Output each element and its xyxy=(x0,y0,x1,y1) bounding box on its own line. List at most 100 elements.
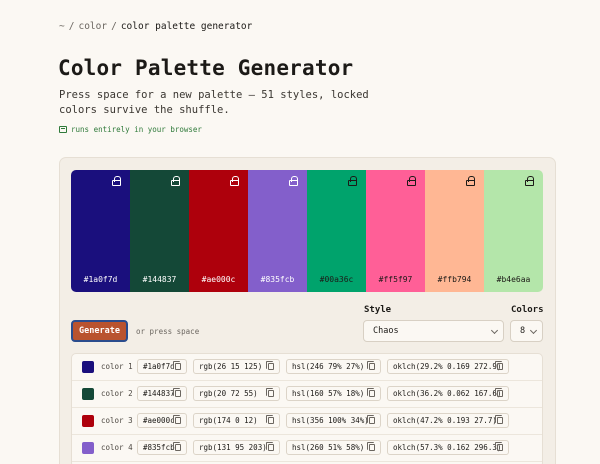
breadcrumb-color[interactable]: color xyxy=(78,21,107,32)
color-chip xyxy=(82,442,94,454)
copy-hsl-button[interactable]: hsl(246 79% 27%) xyxy=(286,359,381,374)
style-select[interactable]: Chaos xyxy=(363,320,504,342)
hsl-value: hsl(246 79% 27%) xyxy=(292,362,365,371)
swatch[interactable]: #00a36c xyxy=(307,170,366,292)
copy-icon xyxy=(173,415,181,424)
swatch-hex: #144837 xyxy=(142,275,177,284)
copy-icon xyxy=(367,361,375,370)
swatch[interactable]: #b4e6aa xyxy=(484,170,543,292)
copy-hex-button[interactable]: #835fcb xyxy=(137,440,187,455)
breadcrumb-separator: / xyxy=(68,21,75,32)
oklch-value: oklch(36.2% 0.062 167.6) xyxy=(393,389,502,398)
copy-oklch-button[interactable]: oklch(29.2% 0.169 272.9) xyxy=(387,359,509,374)
copy-icon xyxy=(367,415,375,424)
copy-oklch-button[interactable]: oklch(47.2% 0.193 27.7) xyxy=(387,413,509,428)
hex-value: #ae000c xyxy=(143,416,175,425)
color-chip xyxy=(82,415,94,427)
copy-icon xyxy=(266,361,274,370)
copy-icon xyxy=(367,388,375,397)
browser-window-icon xyxy=(59,126,67,133)
style-select-value: Chaos xyxy=(373,326,399,336)
page-title: Color Palette Generator xyxy=(58,56,354,80)
swatch-hex: #ae000c xyxy=(201,275,236,284)
rgb-value: rgb(131 95 203) xyxy=(199,443,267,452)
table-row: color 4 #835fcb rgb(131 95 203) hsl(260 51%… xyxy=(72,435,542,462)
breadcrumb: ~ / color / color palette generator xyxy=(59,21,252,32)
color-name: color 1 xyxy=(101,362,133,371)
lock-icon[interactable] xyxy=(230,176,239,186)
swatch-hex: #ff5f97 xyxy=(378,275,413,284)
chevron-down-icon xyxy=(490,326,499,335)
swatch[interactable]: #ff5f97 xyxy=(366,170,425,292)
copy-hsl-button[interactable]: hsl(160 57% 18%) xyxy=(286,386,381,401)
copy-icon xyxy=(495,415,503,424)
table-row: color 1 #1a0f7d rgb(26 15 125) hsl(246 79% … xyxy=(72,354,542,381)
copy-rgb-button[interactable]: rgb(26 15 125) xyxy=(193,359,280,374)
swatch[interactable]: #ae000c xyxy=(189,170,248,292)
lock-icon[interactable] xyxy=(525,176,534,186)
browser-badge: runs entirely in your browser xyxy=(59,125,202,134)
oklch-value: oklch(47.2% 0.193 27.7) xyxy=(393,416,497,425)
hex-value: #144837 xyxy=(143,389,175,398)
rgb-value: rgb(26 15 125) xyxy=(199,362,263,371)
copy-icon xyxy=(367,442,375,451)
swatch[interactable]: #835fcb xyxy=(248,170,307,292)
lock-icon[interactable] xyxy=(171,176,180,186)
swatch-hex: #b4e6aa xyxy=(496,275,531,284)
copy-oklch-button[interactable]: oklch(57.3% 0.162 296.3) xyxy=(387,440,509,455)
swatch[interactable]: #144837 xyxy=(130,170,189,292)
colors-label: Colors xyxy=(511,305,544,315)
color-chip xyxy=(82,388,94,400)
swatch-hex: #00a36c xyxy=(319,275,354,284)
color-name: color 3 xyxy=(101,416,133,425)
color-name: color 4 xyxy=(101,443,133,452)
copy-icon xyxy=(495,388,503,397)
swatch[interactable]: #1a0f7d xyxy=(71,170,130,292)
swatch-hex: #ffb794 xyxy=(437,275,472,284)
breadcrumb-current: color palette generator xyxy=(120,21,253,32)
copy-icon xyxy=(266,388,274,397)
copy-icon xyxy=(495,442,503,451)
copy-rgb-button[interactable]: rgb(20 72 55) xyxy=(193,386,280,401)
colors-count-select[interactable]: 8 xyxy=(510,320,543,342)
color-chip xyxy=(82,361,94,373)
colors-table: color 1 #1a0f7d rgb(26 15 125) hsl(246 79% … xyxy=(71,353,543,464)
oklch-value: oklch(29.2% 0.169 272.9) xyxy=(393,362,502,371)
copy-hex-button[interactable]: #144837 xyxy=(137,386,187,401)
copy-icon xyxy=(266,442,274,451)
table-row: color 3 #ae000c rgb(174 0 12) hsl(356 100% … xyxy=(72,408,542,435)
copy-icon xyxy=(173,388,181,397)
lock-icon[interactable] xyxy=(466,176,475,186)
swatch-hex: #1a0f7d xyxy=(83,275,118,284)
color-name: color 2 xyxy=(101,389,133,398)
lock-icon[interactable] xyxy=(112,176,121,186)
copy-rgb-button[interactable]: rgb(174 0 12) xyxy=(193,413,280,428)
rgb-value: rgb(20 72 55) xyxy=(199,389,258,398)
copy-hex-button[interactable]: #1a0f7d xyxy=(137,359,187,374)
hex-value: #835fcb xyxy=(143,443,175,452)
generate-button[interactable]: Generate xyxy=(71,320,128,342)
copy-hex-button[interactable]: #ae000c xyxy=(137,413,187,428)
hsl-value: hsl(356 100% 34%) xyxy=(292,416,369,425)
rgb-value: rgb(174 0 12) xyxy=(199,416,258,425)
chevron-down-icon xyxy=(529,326,538,335)
or-press-space-hint: or press space xyxy=(136,327,200,336)
swatch[interactable]: #ffb794 xyxy=(425,170,484,292)
browser-badge-text: runs entirely in your browser xyxy=(71,125,202,134)
lock-icon[interactable] xyxy=(289,176,298,186)
palette-swatches: #1a0f7d #144837 #ae000c #835fcb #00a36c #ff5f… xyxy=(71,170,543,292)
copy-icon xyxy=(173,442,181,451)
copy-hsl-button[interactable]: hsl(356 100% 34%) xyxy=(286,413,381,428)
lock-icon[interactable] xyxy=(407,176,416,186)
lock-icon[interactable] xyxy=(348,176,357,186)
hsl-value: hsl(260 51% 58%) xyxy=(292,443,365,452)
copy-rgb-button[interactable]: rgb(131 95 203) xyxy=(193,440,280,455)
copy-hsl-button[interactable]: hsl(260 51% 58%) xyxy=(286,440,381,455)
table-row: color 2 #144837 rgb(20 72 55) hsl(160 57% 1… xyxy=(72,381,542,408)
copy-oklch-button[interactable]: oklch(36.2% 0.062 167.6) xyxy=(387,386,509,401)
hex-value: #1a0f7d xyxy=(143,362,175,371)
colors-count-value: 8 xyxy=(520,326,526,336)
breadcrumb-home[interactable]: ~ xyxy=(59,21,65,32)
hsl-value: hsl(160 57% 18%) xyxy=(292,389,365,398)
style-label: Style xyxy=(364,305,392,315)
